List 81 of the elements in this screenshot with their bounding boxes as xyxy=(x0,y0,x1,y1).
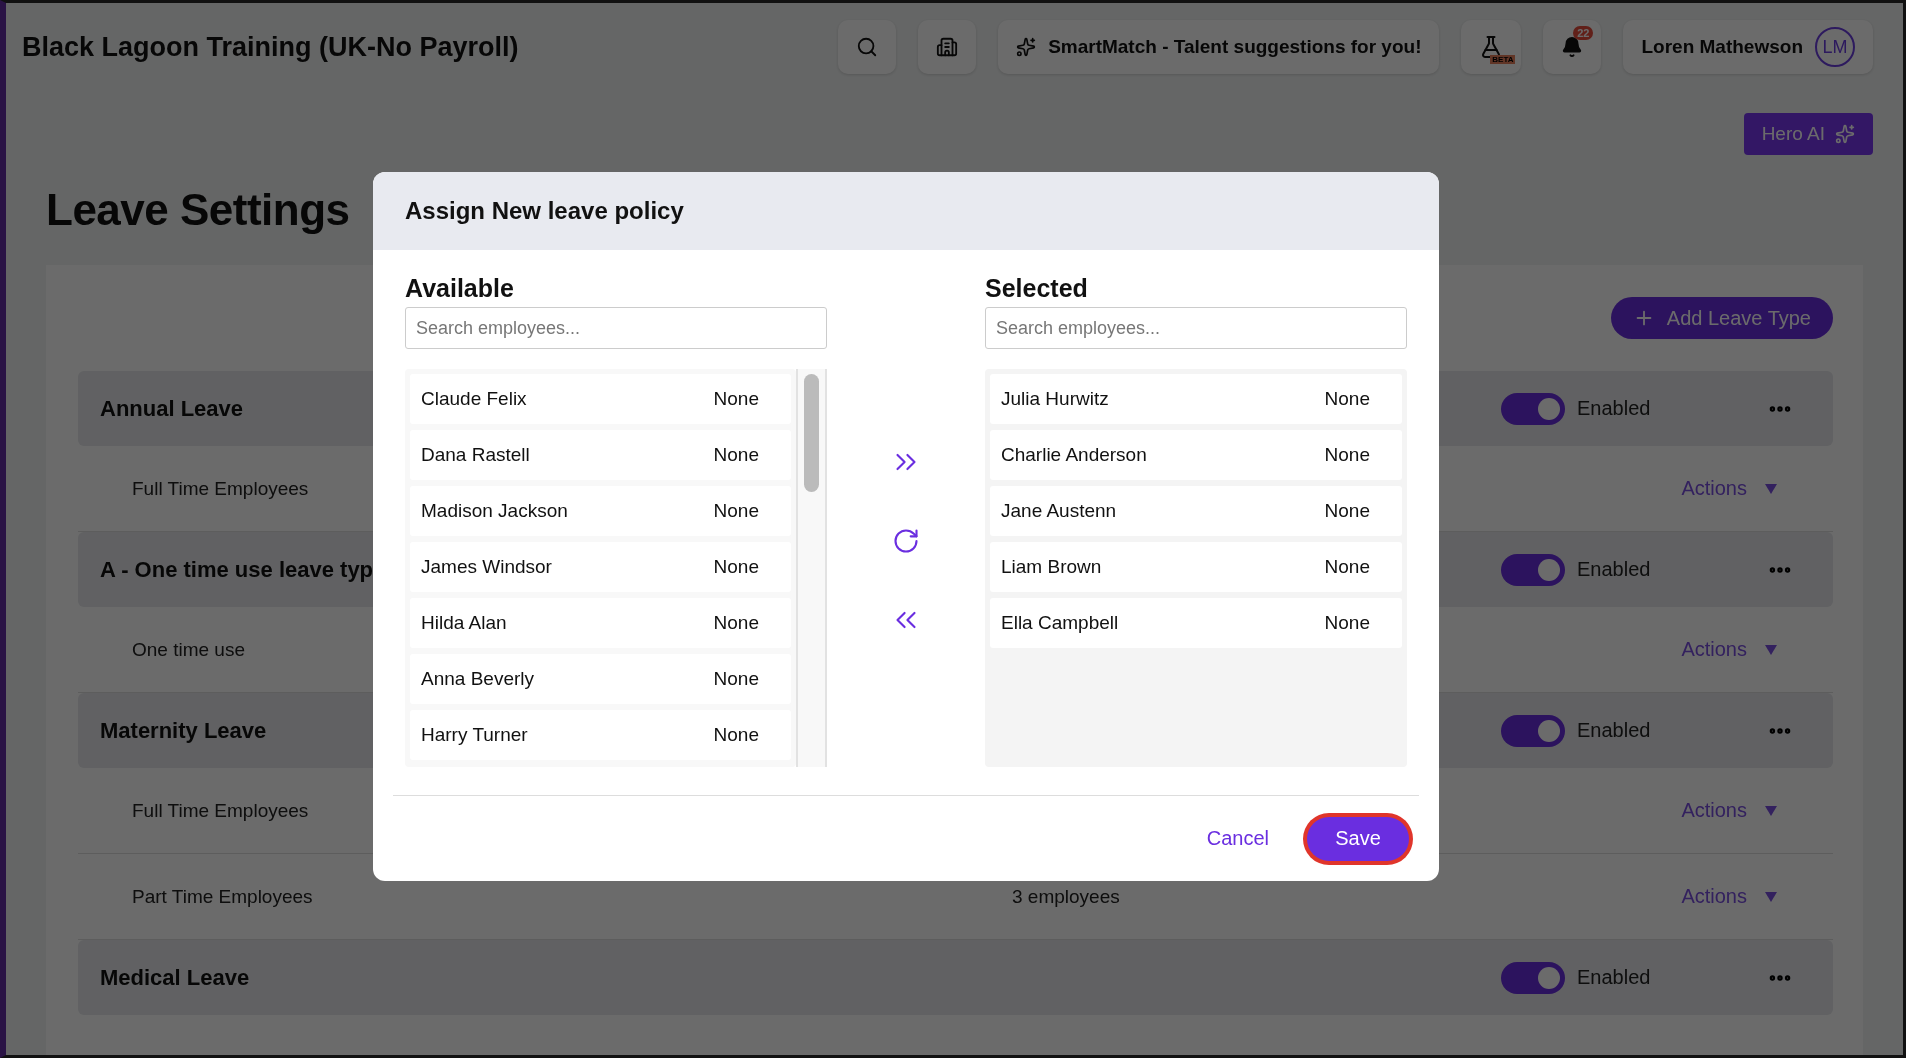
employee-item[interactable]: Harry Turner None xyxy=(410,710,791,760)
bell-icon xyxy=(1561,36,1584,58)
leave-type-name: Annual Leave xyxy=(100,395,244,422)
employee-name: Claude Felix xyxy=(421,388,528,410)
employee-name: Anna Beverly xyxy=(421,668,535,690)
employee-item[interactable]: Charlie Anderson None xyxy=(990,430,1402,480)
caret-icon xyxy=(1765,644,1777,655)
employee-value: None xyxy=(1324,388,1370,410)
employee-value: None xyxy=(713,612,759,634)
employee-item[interactable]: Dana Rastell None xyxy=(410,430,791,480)
leave-type-name: A - One time use leave typ xyxy=(100,556,374,583)
employee-value: None xyxy=(713,556,759,578)
employee-name: Liam Brown xyxy=(1001,556,1103,578)
dialog-title: Assign New leave policy xyxy=(405,197,684,225)
policy-name: One time use xyxy=(132,638,245,661)
avatar: LM xyxy=(1815,27,1855,67)
toggle-switch[interactable] xyxy=(1501,961,1565,994)
building-icon xyxy=(936,36,959,58)
caret-icon xyxy=(1765,891,1777,902)
toggle-switch[interactable] xyxy=(1501,714,1565,747)
scrollbar[interactable] xyxy=(796,369,827,767)
search-field[interactable]: Search employees... xyxy=(985,307,1407,349)
leave-type-name: Maternity Leave xyxy=(100,717,267,744)
employee-item[interactable]: Jane Austenn None xyxy=(990,486,1402,536)
toggle-switch[interactable] xyxy=(1501,392,1565,425)
page-title: Leave Settings xyxy=(46,185,350,235)
status-label: Enabled xyxy=(1577,719,1652,742)
policy-name: Part Time Employees xyxy=(132,885,313,908)
employee-item[interactable]: Liam Brown None xyxy=(990,542,1402,592)
user-menu-button[interactable]: Loren Mathewson LM xyxy=(1623,20,1873,74)
employee-item[interactable]: Anna Beverly None xyxy=(410,654,791,704)
policy-name: Full Time Employees xyxy=(132,477,309,500)
building-button[interactable] xyxy=(918,20,977,74)
status-label: Enabled xyxy=(1577,558,1652,581)
employee-value: None xyxy=(1324,556,1370,578)
employee-name: Jane Austenn xyxy=(1001,500,1118,522)
employee-item[interactable]: Madison Jackson None xyxy=(410,486,791,536)
employee-value: None xyxy=(1324,444,1370,466)
employee-name: Dana Rastell xyxy=(421,444,531,466)
employee-value: None xyxy=(713,388,759,410)
sparkle-icon xyxy=(1016,37,1037,57)
beta-badge: BETA xyxy=(1490,55,1516,64)
leave-type-name: Medical Leave xyxy=(100,964,250,991)
employee-name: Ella Campbell xyxy=(1001,612,1120,634)
company-name: Black Lagoon Training (UK-No Payroll) xyxy=(22,31,520,63)
search-button[interactable] xyxy=(838,20,897,74)
status-label: Enabled xyxy=(1577,397,1652,420)
list-heading: Selected xyxy=(985,274,1089,303)
notification-count: 22 xyxy=(1573,26,1594,40)
employee-item[interactable]: James Windsor None xyxy=(410,542,791,592)
status-label: Enabled xyxy=(1577,966,1652,989)
scrollbar-thumb[interactable] xyxy=(804,374,819,492)
smartmatch-button[interactable]: SmartMatch - Talent suggestions for you! xyxy=(998,20,1440,74)
employee-item[interactable]: Claude Felix None xyxy=(410,374,791,424)
toggle-switch[interactable] xyxy=(1501,553,1565,586)
employee-value: None xyxy=(1324,612,1370,634)
employee-value: None xyxy=(1324,500,1370,522)
search-field[interactable]: Search employees... xyxy=(405,307,827,349)
sparkle-icon xyxy=(1835,124,1855,144)
employee-value: None xyxy=(713,444,759,466)
caret-icon xyxy=(1765,805,1777,816)
employee-item[interactable]: Hilda Alan None xyxy=(410,598,791,648)
employee-name: Julia Hurwitz xyxy=(1001,388,1110,410)
reset-button[interactable] xyxy=(892,526,920,555)
caret-icon xyxy=(1765,483,1777,494)
employee-value: None xyxy=(713,724,759,746)
employee-item[interactable]: Ella Campbell None xyxy=(990,598,1402,648)
employee-name: Madison Jackson xyxy=(421,500,569,522)
search-icon xyxy=(856,36,879,58)
policy-name: Full Time Employees xyxy=(132,799,309,822)
employee-name: Charlie Anderson xyxy=(1001,444,1148,466)
employee-value: None xyxy=(713,668,759,690)
employee-name: Harry Turner xyxy=(421,724,529,746)
rotate-icon xyxy=(892,526,920,555)
employee-value: None xyxy=(713,500,759,522)
list-heading: Available xyxy=(405,274,515,303)
employee-name: Hilda Alan xyxy=(421,612,508,634)
cancel-button[interactable]: Cancel xyxy=(1200,826,1275,851)
employee-name: James Windsor xyxy=(421,556,553,578)
employee-item[interactable]: Julia Hurwitz None xyxy=(990,374,1402,424)
employee-count: 3 employees xyxy=(1012,885,1120,908)
